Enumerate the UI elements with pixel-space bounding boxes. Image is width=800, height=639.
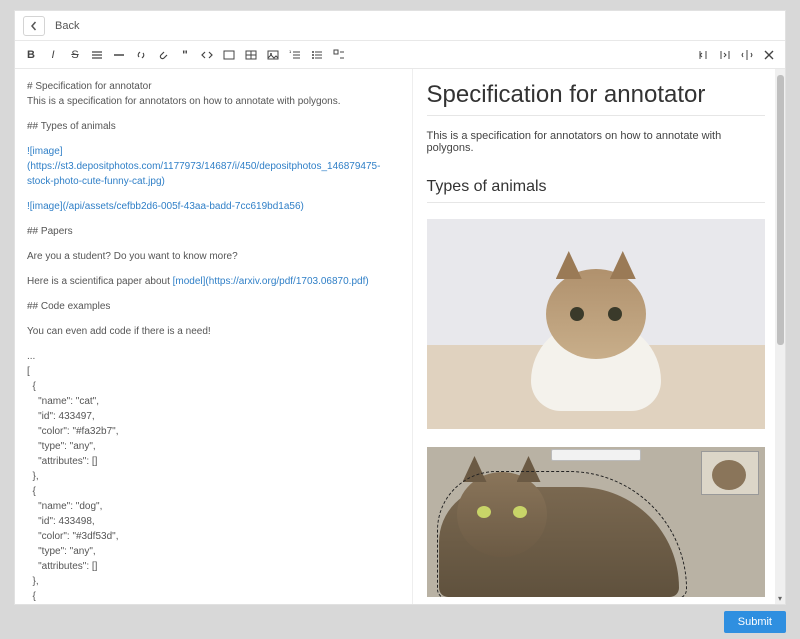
src-line: You can even add code if there is a need… — [27, 324, 400, 339]
src-line: Here is a scientifica paper about — [27, 276, 173, 287]
preview-image-2 — [427, 447, 766, 597]
preview-h1: Specification for annotator — [427, 81, 766, 116]
editor-toolbar: B I S " 1 — [15, 41, 785, 69]
image-inset — [701, 451, 759, 495]
code-icon[interactable] — [199, 47, 215, 63]
annotation-toolbar[interactable] — [551, 449, 641, 461]
scroll-thumb[interactable] — [777, 75, 784, 345]
image-icon[interactable] — [265, 47, 281, 63]
chevron-left-icon — [29, 21, 39, 31]
src-line: Are you a student? Do you want to know m… — [27, 249, 400, 264]
back-label: Back — [55, 20, 79, 32]
editor-frame: Back B I S " 1 — [14, 10, 786, 605]
hr-icon[interactable] — [111, 47, 127, 63]
src-line: This is a specification for annotators o… — [27, 96, 341, 107]
expand-icon[interactable] — [717, 47, 733, 63]
back-button[interactable] — [23, 16, 45, 36]
ol-icon[interactable]: 1 — [287, 47, 303, 63]
close-icon[interactable] — [761, 47, 777, 63]
src-code-block: ... [ { "name": "cat", "id": 433497, "co… — [27, 349, 400, 604]
preview-paragraph: This is a specification for annotators o… — [427, 130, 766, 154]
ul-icon[interactable] — [309, 47, 325, 63]
markdown-source-pane[interactable]: # Specification for annotator This is a s… — [15, 69, 413, 604]
italic-icon[interactable]: I — [45, 47, 61, 63]
link-icon[interactable] — [133, 47, 149, 63]
codeblock-icon[interactable] — [221, 47, 237, 63]
table-icon[interactable] — [243, 47, 259, 63]
split-icon[interactable] — [739, 47, 755, 63]
src-line: # Specification for annotator — [27, 81, 152, 92]
strike-icon[interactable]: S — [67, 47, 83, 63]
src-line: ## Code examples — [27, 299, 400, 314]
collapse-icon[interactable] — [695, 47, 711, 63]
header: Back — [15, 11, 785, 41]
submit-button[interactable]: Submit — [724, 611, 786, 633]
heading-icon[interactable] — [89, 47, 105, 63]
preview-image-1 — [427, 219, 766, 429]
attach-icon[interactable] — [155, 47, 171, 63]
src-line: ## Papers — [27, 224, 400, 239]
scroll-down-icon[interactable]: ▾ — [775, 592, 785, 604]
bold-icon[interactable]: B — [23, 47, 39, 63]
preview-pane: Specification for annotator This is a sp… — [413, 69, 786, 604]
quote-icon[interactable]: " — [177, 47, 193, 63]
polygon-annotation[interactable] — [437, 471, 687, 597]
scrollbar[interactable]: ▾ — [775, 69, 785, 604]
src-link: [model](https://arxiv.org/pdf/1703.06870… — [173, 276, 369, 287]
src-image-link: ![image](https://st3.depositphotos.com/1… — [27, 144, 400, 189]
src-image-link: ![image](/api/assets/cefbb2d6-005f-43aa-… — [27, 199, 400, 214]
task-icon[interactable] — [331, 47, 347, 63]
preview-h2: Types of animals — [427, 178, 766, 203]
svg-text:1: 1 — [289, 49, 292, 54]
src-line: ## Types of animals — [27, 119, 400, 134]
